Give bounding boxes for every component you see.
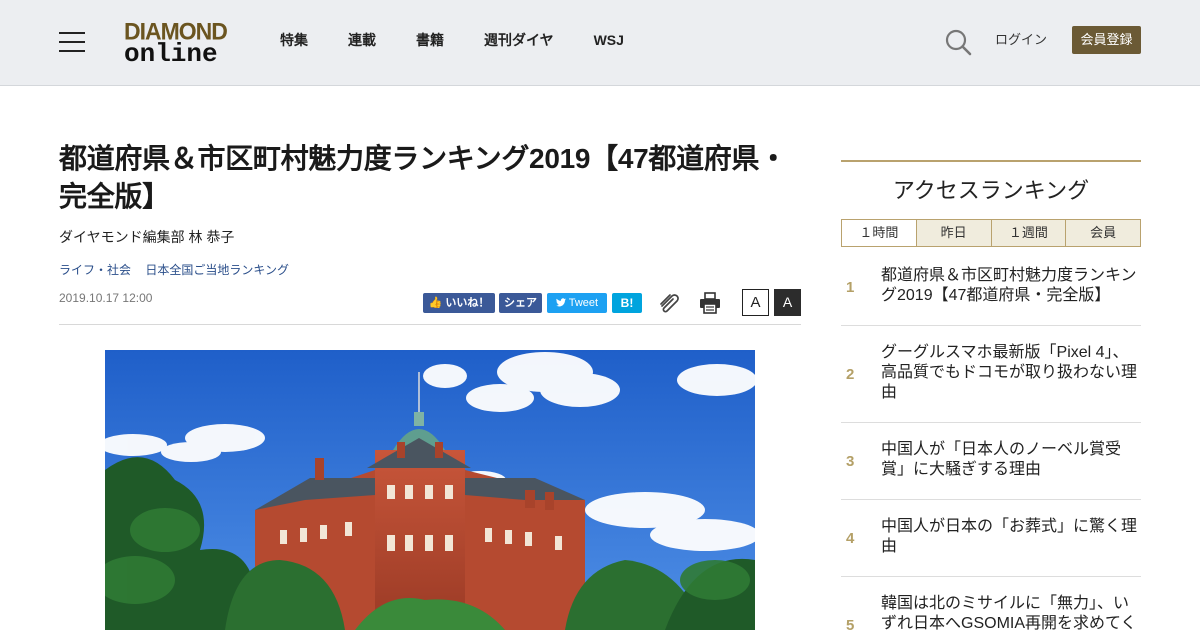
nav-link-weekly-diamond[interactable]: 週刊ダイヤ [484,31,554,49]
rank-number: 1 [846,279,855,296]
site-logo[interactable]: DIAMOND online [124,19,228,69]
search-icon[interactable] [944,28,972,56]
ranking-item[interactable]: 1 都道府県＆市区町村魅力度ランキング2019【47都道府県・完全版】 [841,249,1141,326]
tag-link-life-society[interactable]: ライフ・社会 [59,263,131,277]
rank-number: 2 [846,366,855,383]
tab-members[interactable]: 会員 [1065,220,1140,246]
tab-1-hour[interactable]: １時間 [842,220,916,246]
article-tags: ライフ・社会 日本全国ご当地ランキング [59,262,300,278]
hatena-bookmark-button[interactable]: B! [612,293,642,313]
paperclip-icon[interactable] [658,291,682,313]
menu-icon[interactable] [59,32,85,52]
ranking-item[interactable]: 3 中国人が「日本人のノーベル賞受賞」に大騒ぎする理由 [841,423,1141,500]
access-ranking-title: アクセスランキング [892,178,1090,203]
register-button[interactable]: 会員登録 [1072,26,1141,54]
rank-link[interactable]: 都道府県＆市区町村魅力度ランキング2019【47都道府県・完全版】 [881,249,1141,306]
ranking-tabs: １時間 昨日 １週間 会員 [841,219,1141,247]
tab-yesterday[interactable]: 昨日 [915,220,991,246]
like-label: いいね！ [445,297,490,309]
sidebar-accent-line [841,160,1141,162]
ranking-item[interactable]: 5 韓国は北のミサイルに「無力」、いずれ日本へGSOMIA再開を求めてくる [841,577,1141,630]
logo-bottom: online [124,39,218,69]
article-title: 都道府県＆市区町村魅力度ランキング2019【47都道府県・完全版】 [59,143,787,212]
rank-link[interactable]: グーグルスマホ最新版「Pixel 4」、高品質でもドコモが取り扱わない理由 [881,326,1141,403]
article-author: ダイヤモンド編集部 林 恭子 [59,229,235,245]
tab-1-week[interactable]: １週間 [990,220,1066,246]
nav-link-wsj[interactable]: WSJ [594,31,624,49]
tag-link-local-ranking[interactable]: 日本全国ご当地ランキング [145,263,289,277]
twitter-share-button[interactable]: Tweet [547,293,607,313]
print-icon[interactable] [699,292,721,314]
rank-link[interactable]: 韓国は北のミサイルに「無力」、いずれ日本へGSOMIA再開を求めてくる [881,577,1141,630]
site-header: DIAMOND online 特集 連載 書籍 週刊ダイヤ WSJ ログイン 会… [0,0,1200,86]
rank-number: 3 [846,453,855,470]
nav-link-rensai[interactable]: 連載 [348,31,376,49]
tweet-label: Tweet [568,297,599,309]
nav-link-tokushu[interactable]: 特集 [280,31,308,49]
ranking-item[interactable]: 2 グーグルスマホ最新版「Pixel 4」、高品質でもドコモが取り扱わない理由 [841,326,1141,423]
rank-number: 4 [846,530,855,547]
rank-link[interactable]: 中国人が日本の「お葬式」に驚く理由 [881,500,1141,557]
thumbs-up-icon: 👍 [428,297,443,309]
rank-link[interactable]: 中国人が「日本人のノーベル賞受賞」に大騒ぎする理由 [881,423,1141,480]
facebook-share-button[interactable]: シェア [499,293,542,313]
facebook-like-button[interactable]: 👍 いいね！ [423,293,495,313]
article-hero-image [105,350,755,630]
font-size-small-button[interactable]: A [742,289,769,316]
ranking-list: 1 都道府県＆市区町村魅力度ランキング2019【47都道府県・完全版】 2 グー… [841,249,1141,630]
ranking-item[interactable]: 4 中国人が日本の「お葬式」に驚く理由 [841,500,1141,577]
main-nav: 特集 連載 書籍 週刊ダイヤ WSJ [280,31,664,49]
article-date: 2019.10.17 12:00 [59,291,153,305]
login-link[interactable]: ログイン [995,31,1047,49]
rank-number: 5 [846,617,855,630]
font-size-large-button[interactable]: A [774,289,801,316]
twitter-bird-icon [555,298,566,307]
divider [59,324,801,325]
nav-link-shoseki[interactable]: 書籍 [416,31,444,49]
